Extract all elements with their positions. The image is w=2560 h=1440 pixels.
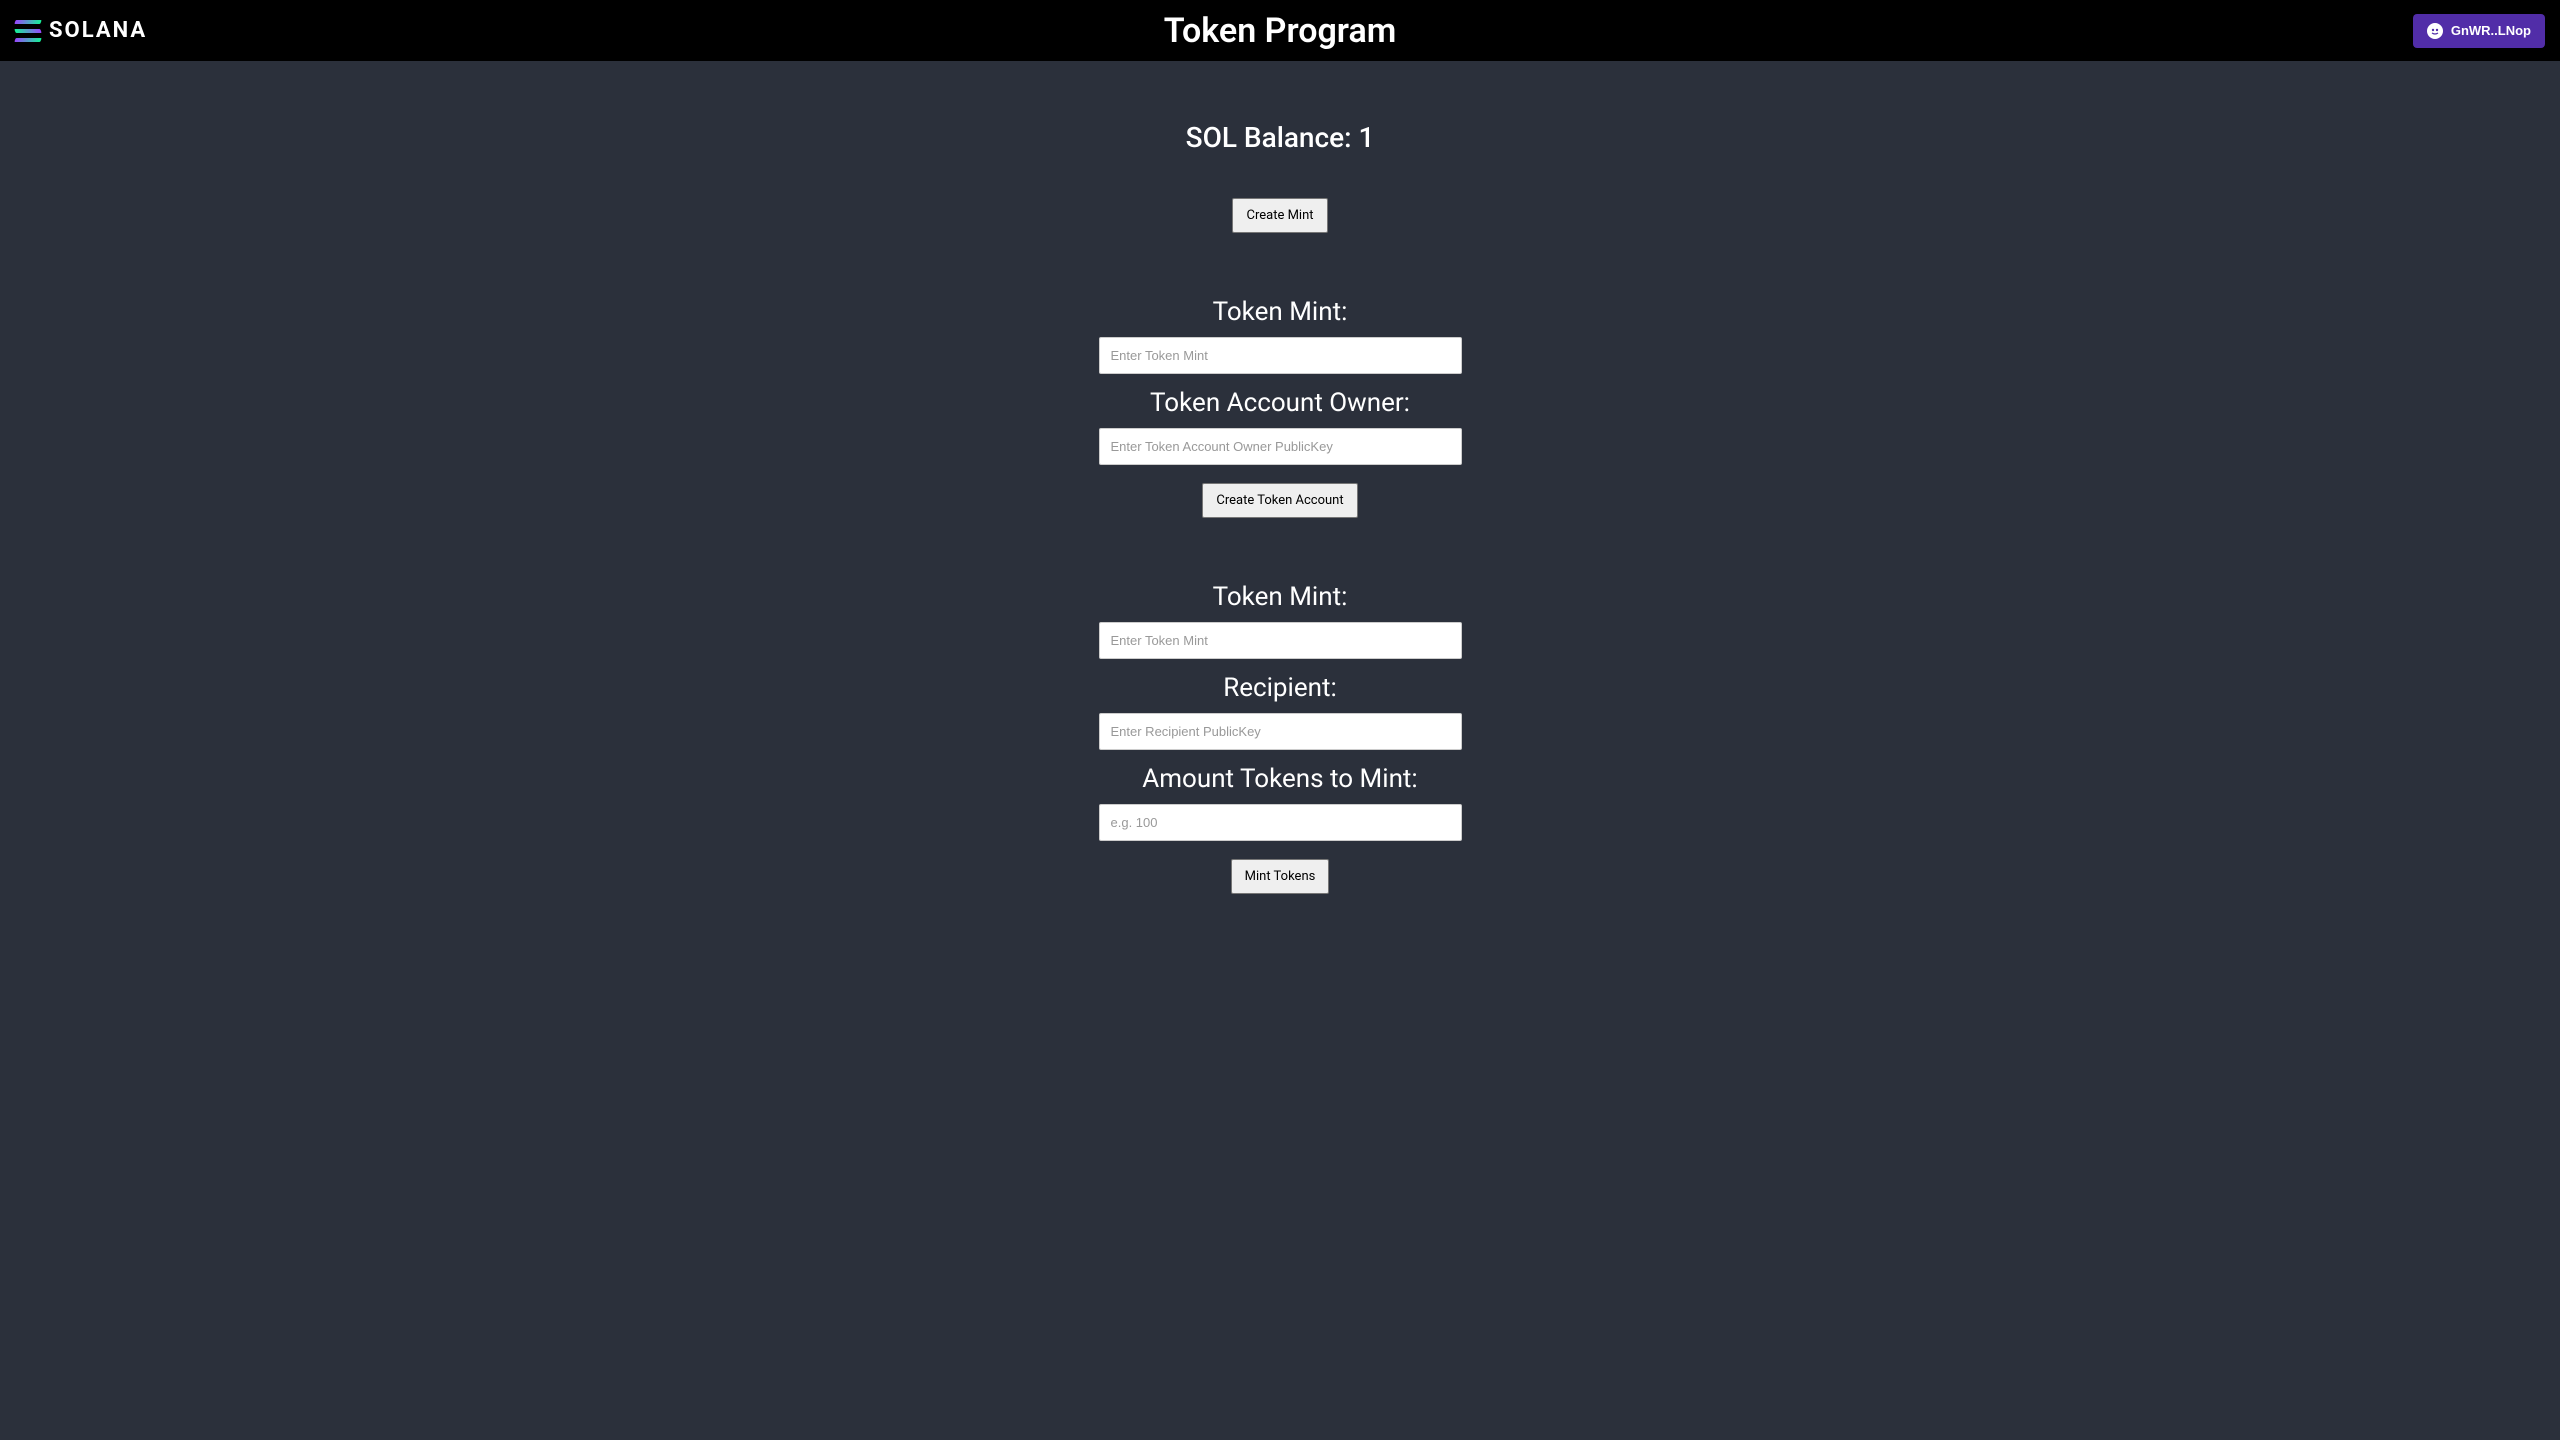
mint-tokens-section: Token Mint: Recipient: Amount Tokens to … [980, 568, 1580, 894]
app-header: SOLANA Token Program GnWR..LNop [0, 0, 2560, 61]
token-account-owner-input[interactable] [1099, 428, 1462, 465]
wallet-connect-button[interactable]: GnWR..LNop [2413, 14, 2545, 48]
token-mint-label-1: Token Mint: [1213, 297, 1348, 327]
create-mint-button[interactable]: Create Mint [1232, 198, 1327, 233]
page-title: Token Program [1164, 11, 1397, 51]
token-mint-label-2: Token Mint: [1213, 582, 1348, 612]
wallet-icon [2427, 23, 2443, 39]
recipient-input[interactable] [1099, 713, 1462, 750]
token-mint-input-2[interactable] [1099, 622, 1462, 659]
create-token-account-section: Token Mint: Token Account Owner: Create … [980, 283, 1580, 518]
token-account-owner-label: Token Account Owner: [1150, 388, 1410, 418]
main-content: SOL Balance: 1 Create Mint Token Mint: T… [960, 61, 1600, 1004]
create-token-account-button[interactable]: Create Token Account [1202, 483, 1357, 518]
create-mint-section: Create Mint [980, 198, 1580, 233]
recipient-label: Recipient: [1223, 673, 1337, 703]
logo: SOLANA [15, 18, 1164, 43]
mint-tokens-button[interactable]: Mint Tokens [1231, 859, 1330, 894]
amount-label: Amount Tokens to Mint: [1142, 764, 1417, 794]
sol-balance: SOL Balance: 1 [1186, 121, 1375, 154]
solana-logo-icon [15, 20, 41, 42]
wallet-area: GnWR..LNop [1396, 14, 2545, 48]
wallet-address-label: GnWR..LNop [2451, 23, 2531, 38]
amount-input[interactable] [1099, 804, 1462, 841]
logo-text: SOLANA [49, 18, 147, 43]
token-mint-input-1[interactable] [1099, 337, 1462, 374]
